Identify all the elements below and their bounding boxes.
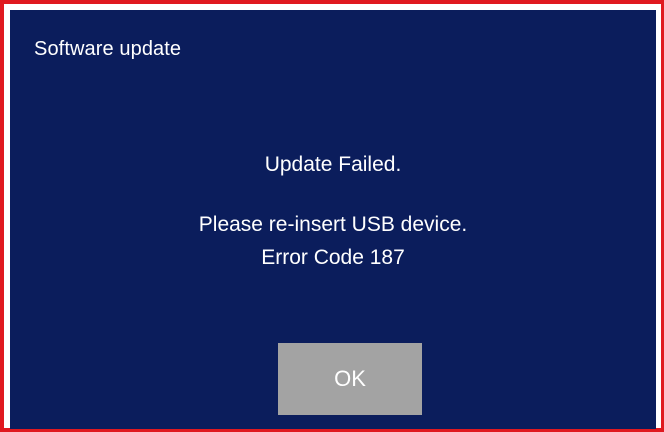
update-failed-message: Update Failed. [264, 153, 402, 176]
reinsert-usb-message: Please re-insert USB device. [198, 213, 468, 236]
dialog-title: Software update [34, 38, 182, 60]
error-code-message: Error Code 187 [261, 246, 405, 269]
software-update-dialog: Software update Update Failed. Please re… [10, 10, 656, 429]
screen-frame: Software update Update Failed. Please re… [0, 0, 664, 432]
ok-button[interactable]: OK [278, 343, 422, 415]
